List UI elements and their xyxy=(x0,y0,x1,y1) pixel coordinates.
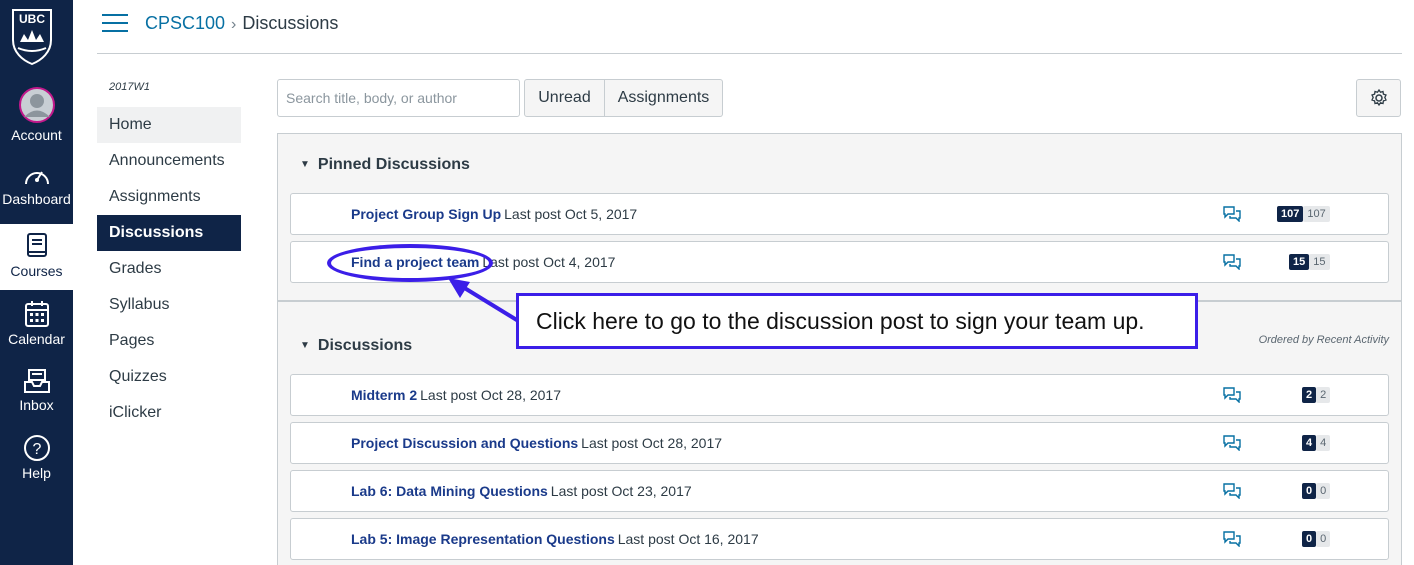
svg-text:?: ? xyxy=(32,441,41,458)
avatar-icon xyxy=(18,87,55,123)
discussion-title-link[interactable]: Midterm 2 xyxy=(351,387,417,403)
unread-filter-button[interactable]: Unread xyxy=(524,79,605,117)
total-count: 4 xyxy=(1316,435,1331,451)
dashboard-icon xyxy=(24,171,49,185)
global-nav-label: Dashboard xyxy=(2,191,71,207)
reply-bubbles-icon xyxy=(1223,483,1241,499)
total-count: 107 xyxy=(1303,206,1330,222)
ubc-logo-icon[interactable]: UBC xyxy=(10,6,54,66)
total-count: 2 xyxy=(1316,387,1331,403)
global-nav-label: Inbox xyxy=(19,397,54,413)
discussion-row[interactable]: Lab 5: Image Representation Questions Las… xyxy=(290,518,1389,560)
course-nav-assignments[interactable]: Assignments xyxy=(97,179,241,215)
breadcrumb-course-link[interactable]: CPSC100 xyxy=(145,13,225,33)
discussion-row[interactable]: Project Discussion and Questions Last pos… xyxy=(290,422,1389,464)
global-nav-inbox[interactable]: Inbox xyxy=(0,368,73,434)
reply-count-badge: 107 107 xyxy=(1277,206,1330,222)
course-nav: Home Announcements Assignments Discussio… xyxy=(97,107,241,431)
assignments-filter-button[interactable]: Assignments xyxy=(605,79,723,117)
breadcrumb: CPSC100 › Discussions xyxy=(145,13,338,34)
reply-count-badge: 22 xyxy=(1302,387,1331,403)
reply-count-badge: 00 xyxy=(1302,483,1331,499)
breadcrumb-current: Discussions xyxy=(242,13,339,33)
pinned-section-header[interactable]: ▼ Pinned Discussions xyxy=(300,156,470,174)
discussions-section-header[interactable]: ▼ Discussions xyxy=(300,337,412,355)
global-nav-help[interactable]: ? Help xyxy=(0,434,73,500)
unread-count: 0 xyxy=(1302,531,1317,547)
course-nav-iclicker[interactable]: iClicker xyxy=(97,395,241,431)
reply-bubbles-icon xyxy=(1223,254,1241,270)
calendar-icon xyxy=(24,301,49,327)
reply-count-badge: 15 15 xyxy=(1289,254,1330,270)
global-nav-label: Courses xyxy=(10,263,63,279)
ordered-by-label: Ordered by Recent Activity xyxy=(1258,334,1389,346)
total-count: 0 xyxy=(1316,483,1331,499)
global-nav-calendar[interactable]: Calendar xyxy=(0,300,73,366)
search-input[interactable] xyxy=(277,79,520,117)
total-count: 15 xyxy=(1309,254,1330,270)
global-nav-account[interactable]: Account xyxy=(0,86,73,152)
section-title: Pinned Discussions xyxy=(317,156,470,173)
discussion-last-post: Last post Oct 28, 2017 xyxy=(420,387,561,403)
global-nav-label: Help xyxy=(22,465,51,481)
global-nav-dashboard[interactable]: Dashboard xyxy=(0,162,73,228)
collapse-triangle-icon: ▼ xyxy=(300,159,310,170)
annotation-callout: Click here to go to the discussion post … xyxy=(516,293,1198,349)
discussion-last-post: Last post Oct 16, 2017 xyxy=(617,531,759,547)
course-nav-pages[interactable]: Pages xyxy=(97,323,241,359)
course-term: 2017W1 xyxy=(109,81,150,93)
discussion-row[interactable]: Midterm 2 Last post Oct 28, 2017 22 xyxy=(290,374,1389,416)
unread-count: 107 xyxy=(1277,206,1304,222)
discussion-row[interactable]: Lab 6: Data Mining Questions Last post Oc… xyxy=(290,470,1389,512)
course-nav-home[interactable]: Home xyxy=(97,107,241,143)
reply-bubbles-icon xyxy=(1223,435,1241,451)
course-nav-discussions[interactable]: Discussions xyxy=(97,215,241,251)
help-icon: ? xyxy=(23,435,50,461)
global-nav-label: Calendar xyxy=(8,331,65,347)
unread-count: 2 xyxy=(1302,387,1317,403)
reply-count-badge: 00 xyxy=(1302,531,1331,547)
settings-button[interactable] xyxy=(1356,79,1401,117)
discussion-title-link[interactable]: Project Group Sign Up xyxy=(351,206,501,222)
total-count: 0 xyxy=(1316,531,1331,547)
course-nav-grades[interactable]: Grades xyxy=(97,251,241,287)
course-nav-announcements[interactable]: Announcements xyxy=(97,143,241,179)
discussion-row[interactable]: Project Group Sign Up Last post Oct 5, 20… xyxy=(290,193,1389,235)
section-title: Discussions xyxy=(317,337,413,354)
unread-count: 15 xyxy=(1289,254,1310,270)
reply-bubbles-icon xyxy=(1223,206,1241,222)
reply-bubbles-icon xyxy=(1223,531,1241,547)
unread-count: 4 xyxy=(1302,435,1317,451)
global-nav-courses[interactable]: Courses xyxy=(0,224,73,290)
book-icon xyxy=(26,233,47,257)
discussion-last-post: Last post Oct 28, 2017 xyxy=(581,435,723,451)
collapse-triangle-icon: ▼ xyxy=(300,340,310,351)
global-nav-label: Account xyxy=(11,127,62,143)
course-nav-quizzes[interactable]: Quizzes xyxy=(97,359,241,395)
reply-bubbles-icon xyxy=(1223,387,1241,403)
inbox-icon xyxy=(23,369,50,393)
global-nav: UBC Account Dashboard Courses Calendar I… xyxy=(0,0,73,565)
discussion-title-link[interactable]: Project Discussion and Questions xyxy=(351,435,578,451)
discussion-title-link[interactable]: Lab 6: Data Mining Questions xyxy=(351,483,548,499)
discussion-title-link[interactable]: Lab 5: Image Representation Questions xyxy=(351,531,615,547)
gear-icon xyxy=(1371,89,1387,107)
reply-count-badge: 44 xyxy=(1302,435,1331,451)
course-nav-syllabus[interactable]: Syllabus xyxy=(97,287,241,323)
discussion-last-post: Last post Oct 4, 2017 xyxy=(482,254,616,270)
header-divider xyxy=(97,53,1402,54)
breadcrumb-separator: › xyxy=(231,16,237,33)
discussion-last-post: Last post Oct 5, 2017 xyxy=(504,206,638,222)
hamburger-menu-button[interactable] xyxy=(102,14,128,34)
discussion-last-post: Last post Oct 23, 2017 xyxy=(550,483,692,499)
logo-text: UBC xyxy=(19,12,45,26)
unread-count: 0 xyxy=(1302,483,1317,499)
